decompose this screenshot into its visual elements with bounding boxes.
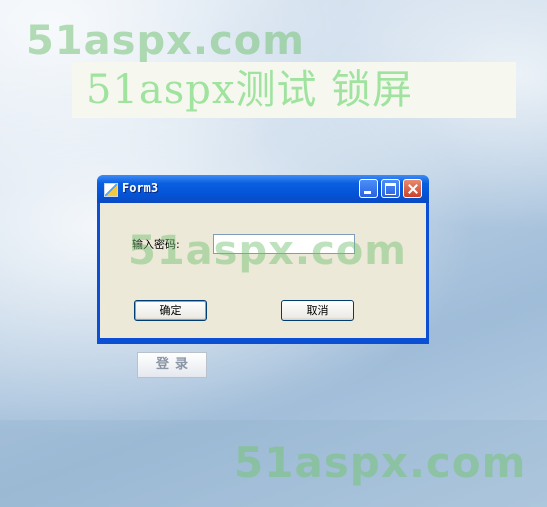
ok-button[interactable]: 确定 (134, 300, 207, 321)
window-title: Form3 (122, 181, 159, 195)
cancel-button[interactable]: 取消 (281, 300, 354, 321)
app-icon[interactable] (104, 183, 118, 197)
maximize-button[interactable] (381, 179, 400, 198)
minimize-button[interactable] (359, 179, 378, 198)
close-button[interactable] (403, 179, 422, 198)
watermark-top: 51aspx.com (26, 18, 305, 64)
login-button[interactable]: 登录 (137, 352, 207, 378)
banner: 51aspx测试 锁屏 (72, 62, 516, 118)
watermark-bottom: 51aspx.com (234, 438, 527, 487)
watermark-middle: 51aspx.com (128, 228, 407, 274)
title-bar[interactable]: Form3 (97, 175, 429, 203)
